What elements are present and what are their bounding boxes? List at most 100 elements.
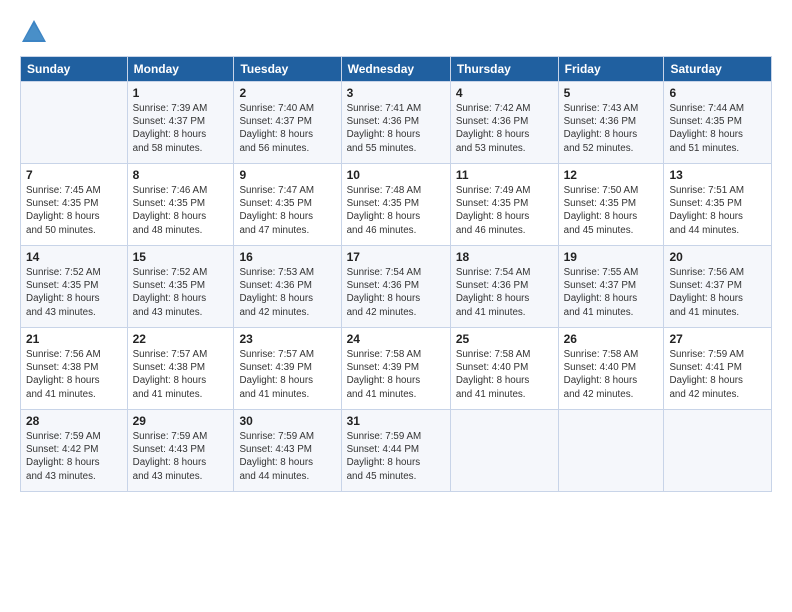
- logo: [20, 18, 50, 46]
- day-info: Sunrise: 7:57 AM Sunset: 4:38 PM Dayligh…: [133, 348, 229, 401]
- day-info: Sunrise: 7:46 AM Sunset: 4:35 PM Dayligh…: [133, 184, 229, 237]
- day-header: Sunday: [21, 57, 128, 82]
- day-number: 17: [347, 250, 445, 264]
- calendar-cell: 24 Sunrise: 7:58 AM Sunset: 4:39 PM Dayli…: [341, 328, 450, 410]
- calendar-cell: 27Sunrise: 7:59 AM Sunset: 4:41 PM Dayli…: [664, 328, 772, 410]
- calendar-page: SundayMondayTuesdayWednesdayThursdayFrid…: [0, 0, 792, 612]
- calendar-cell: 3 Sunrise: 7:41 AM Sunset: 4:36 PM Daylig…: [341, 82, 450, 164]
- day-info: Sunrise: 7:58 AM Sunset: 4:40 PM Dayligh…: [456, 348, 553, 401]
- calendar-table: SundayMondayTuesdayWednesdayThursdayFrid…: [20, 56, 772, 492]
- day-number: 2: [239, 86, 335, 100]
- calendar-week-row: 1Sunrise: 7:39 AM Sunset: 4:37 PM Daylig…: [21, 82, 772, 164]
- day-number: 12: [564, 168, 659, 182]
- day-info: Sunrise: 7:41 AM Sunset: 4:36 PM Dayligh…: [347, 102, 445, 155]
- day-info: Sunrise: 7:53 AM Sunset: 4:36 PM Dayligh…: [239, 266, 335, 319]
- day-header: Friday: [558, 57, 664, 82]
- day-info: Sunrise: 7:59 AM Sunset: 4:41 PM Dayligh…: [669, 348, 766, 401]
- calendar-cell: 22 Sunrise: 7:57 AM Sunset: 4:38 PM Dayli…: [127, 328, 234, 410]
- day-number: 1: [133, 86, 229, 100]
- day-info: Sunrise: 7:48 AM Sunset: 4:35 PM Dayligh…: [347, 184, 445, 237]
- calendar-cell: 16 Sunrise: 7:53 AM Sunset: 4:36 PM Dayli…: [234, 246, 341, 328]
- day-info: Sunrise: 7:43 AM Sunset: 4:36 PM Dayligh…: [564, 102, 659, 155]
- calendar-cell: [558, 410, 664, 492]
- calendar-cell: 15 Sunrise: 7:52 AM Sunset: 4:35 PM Dayli…: [127, 246, 234, 328]
- day-info: Sunrise: 7:57 AM Sunset: 4:39 PM Dayligh…: [239, 348, 335, 401]
- day-info: Sunrise: 7:59 AM Sunset: 4:43 PM Dayligh…: [133, 430, 229, 483]
- day-number: 8: [133, 168, 229, 182]
- day-info: Sunrise: 7:50 AM Sunset: 4:35 PM Dayligh…: [564, 184, 659, 237]
- calendar-cell: 19Sunrise: 7:55 AM Sunset: 4:37 PM Dayli…: [558, 246, 664, 328]
- calendar-cell: 12 Sunrise: 7:50 AM Sunset: 4:35 PM Dayli…: [558, 164, 664, 246]
- calendar-cell: 21Sunrise: 7:56 AM Sunset: 4:38 PM Dayli…: [21, 328, 128, 410]
- calendar-cell: 10Sunrise: 7:48 AM Sunset: 4:35 PM Dayli…: [341, 164, 450, 246]
- day-info: Sunrise: 7:44 AM Sunset: 4:35 PM Dayligh…: [669, 102, 766, 155]
- day-number: 16: [239, 250, 335, 264]
- day-info: Sunrise: 7:45 AM Sunset: 4:35 PM Dayligh…: [26, 184, 122, 237]
- day-header: Saturday: [664, 57, 772, 82]
- day-number: 19: [564, 250, 659, 264]
- calendar-cell: [21, 82, 128, 164]
- header: [20, 18, 772, 46]
- day-number: 7: [26, 168, 122, 182]
- header-row: SundayMondayTuesdayWednesdayThursdayFrid…: [21, 57, 772, 82]
- day-number: 29: [133, 414, 229, 428]
- day-number: 22: [133, 332, 229, 346]
- calendar-cell: 7 Sunrise: 7:45 AM Sunset: 4:35 PM Daylig…: [21, 164, 128, 246]
- day-number: 24: [347, 332, 445, 346]
- logo-icon: [20, 18, 48, 46]
- day-number: 28: [26, 414, 122, 428]
- day-info: Sunrise: 7:59 AM Sunset: 4:44 PM Dayligh…: [347, 430, 445, 483]
- day-header: Monday: [127, 57, 234, 82]
- day-info: Sunrise: 7:52 AM Sunset: 4:35 PM Dayligh…: [26, 266, 122, 319]
- day-header: Wednesday: [341, 57, 450, 82]
- calendar-cell: 1Sunrise: 7:39 AM Sunset: 4:37 PM Daylig…: [127, 82, 234, 164]
- calendar-cell: 29 Sunrise: 7:59 AM Sunset: 4:43 PM Dayli…: [127, 410, 234, 492]
- day-info: Sunrise: 7:51 AM Sunset: 4:35 PM Dayligh…: [669, 184, 766, 237]
- calendar-week-row: 28 Sunrise: 7:59 AM Sunset: 4:42 PM Dayli…: [21, 410, 772, 492]
- day-number: 3: [347, 86, 445, 100]
- day-number: 11: [456, 168, 553, 182]
- day-number: 23: [239, 332, 335, 346]
- calendar-cell: 28 Sunrise: 7:59 AM Sunset: 4:42 PM Dayli…: [21, 410, 128, 492]
- day-number: 5: [564, 86, 659, 100]
- day-header: Tuesday: [234, 57, 341, 82]
- day-number: 15: [133, 250, 229, 264]
- calendar-cell: 20 Sunrise: 7:56 AM Sunset: 4:37 PM Dayli…: [664, 246, 772, 328]
- day-info: Sunrise: 7:52 AM Sunset: 4:35 PM Dayligh…: [133, 266, 229, 319]
- day-header: Thursday: [450, 57, 558, 82]
- day-info: Sunrise: 7:47 AM Sunset: 4:35 PM Dayligh…: [239, 184, 335, 237]
- day-info: Sunrise: 7:58 AM Sunset: 4:39 PM Dayligh…: [347, 348, 445, 401]
- calendar-cell: 6Sunrise: 7:44 AM Sunset: 4:35 PM Daylig…: [664, 82, 772, 164]
- calendar-cell: 8 Sunrise: 7:46 AM Sunset: 4:35 PM Daylig…: [127, 164, 234, 246]
- day-info: Sunrise: 7:56 AM Sunset: 4:38 PM Dayligh…: [26, 348, 122, 401]
- day-number: 30: [239, 414, 335, 428]
- day-number: 25: [456, 332, 553, 346]
- calendar-cell: [664, 410, 772, 492]
- calendar-cell: 18Sunrise: 7:54 AM Sunset: 4:36 PM Dayli…: [450, 246, 558, 328]
- calendar-cell: 26Sunrise: 7:58 AM Sunset: 4:40 PM Dayli…: [558, 328, 664, 410]
- day-number: 20: [669, 250, 766, 264]
- day-info: Sunrise: 7:42 AM Sunset: 4:36 PM Dayligh…: [456, 102, 553, 155]
- calendar-cell: 2 Sunrise: 7:40 AM Sunset: 4:37 PM Daylig…: [234, 82, 341, 164]
- day-number: 31: [347, 414, 445, 428]
- day-info: Sunrise: 7:59 AM Sunset: 4:42 PM Dayligh…: [26, 430, 122, 483]
- calendar-cell: 23 Sunrise: 7:57 AM Sunset: 4:39 PM Dayli…: [234, 328, 341, 410]
- day-info: Sunrise: 7:40 AM Sunset: 4:37 PM Dayligh…: [239, 102, 335, 155]
- day-info: Sunrise: 7:56 AM Sunset: 4:37 PM Dayligh…: [669, 266, 766, 319]
- calendar-cell: 30 Sunrise: 7:59 AM Sunset: 4:43 PM Dayli…: [234, 410, 341, 492]
- calendar-cell: 13 Sunrise: 7:51 AM Sunset: 4:35 PM Dayli…: [664, 164, 772, 246]
- day-number: 4: [456, 86, 553, 100]
- calendar-cell: 5 Sunrise: 7:43 AM Sunset: 4:36 PM Daylig…: [558, 82, 664, 164]
- calendar-cell: 11Sunrise: 7:49 AM Sunset: 4:35 PM Dayli…: [450, 164, 558, 246]
- calendar-cell: 25 Sunrise: 7:58 AM Sunset: 4:40 PM Dayli…: [450, 328, 558, 410]
- calendar-header: SundayMondayTuesdayWednesdayThursdayFrid…: [21, 57, 772, 82]
- day-number: 13: [669, 168, 766, 182]
- calendar-body: 1Sunrise: 7:39 AM Sunset: 4:37 PM Daylig…: [21, 82, 772, 492]
- day-info: Sunrise: 7:59 AM Sunset: 4:43 PM Dayligh…: [239, 430, 335, 483]
- day-info: Sunrise: 7:54 AM Sunset: 4:36 PM Dayligh…: [456, 266, 553, 319]
- day-number: 14: [26, 250, 122, 264]
- calendar-week-row: 7 Sunrise: 7:45 AM Sunset: 4:35 PM Daylig…: [21, 164, 772, 246]
- calendar-cell: 4 Sunrise: 7:42 AM Sunset: 4:36 PM Daylig…: [450, 82, 558, 164]
- calendar-cell: 14 Sunrise: 7:52 AM Sunset: 4:35 PM Dayli…: [21, 246, 128, 328]
- day-info: Sunrise: 7:58 AM Sunset: 4:40 PM Dayligh…: [564, 348, 659, 401]
